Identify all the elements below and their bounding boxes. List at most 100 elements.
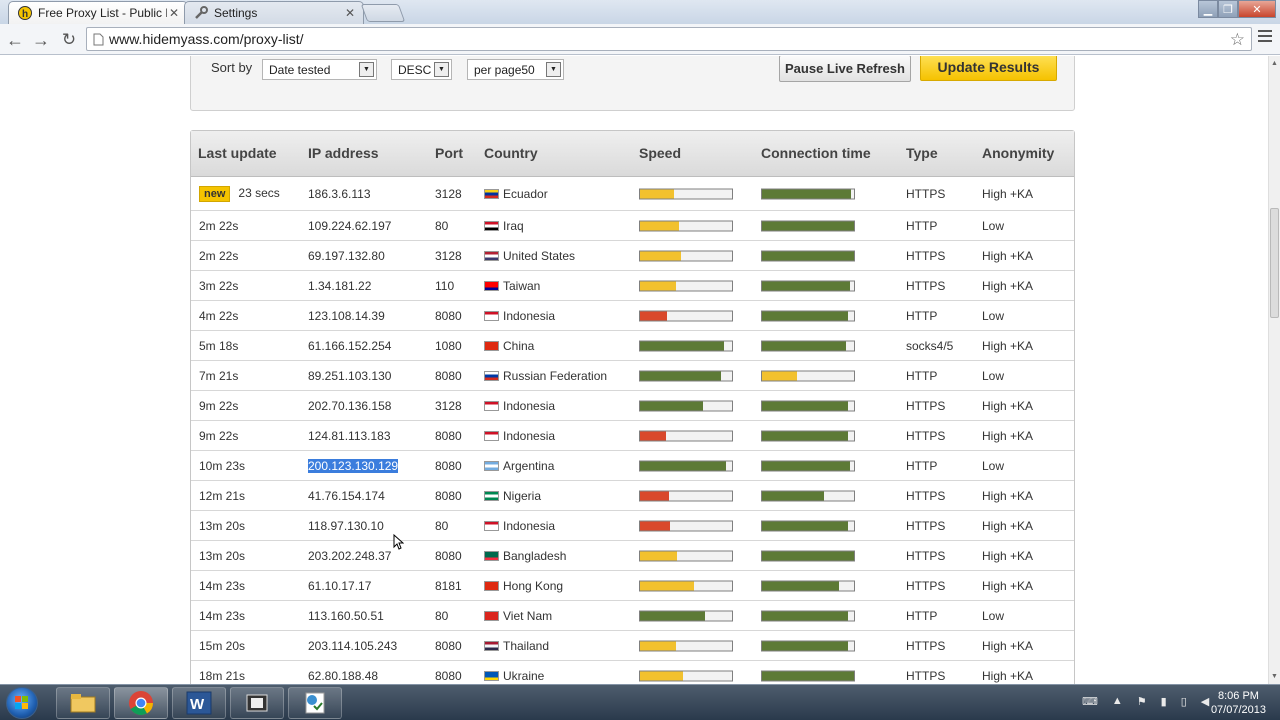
ip-address-cell[interactable]: 89.251.103.130 xyxy=(308,369,391,383)
table-row[interactable]: 2m 22s 109.224.62.197 80 Iraq HTTP Low xyxy=(191,211,1074,241)
clock[interactable]: 8:06 PM 07/07/2013 xyxy=(1211,689,1266,717)
ip-address-cell[interactable]: 186.3.6.113 xyxy=(308,187,371,201)
vertical-scrollbar[interactable]: ▲ ▼ xyxy=(1268,56,1280,684)
taskbar-tools-button[interactable] xyxy=(288,687,342,719)
ip-address-cell[interactable]: 203.114.105.243 xyxy=(308,639,397,653)
back-arrow-icon[interactable]: ← xyxy=(4,29,26,51)
table-row[interactable]: 9m 22s 124.81.113.183 8080 Indonesia HTTPS Hi… xyxy=(191,421,1074,451)
pause-live-refresh-button[interactable]: Pause Live Refresh xyxy=(779,56,911,82)
country-cell: Taiwan xyxy=(484,279,540,293)
start-button[interactable] xyxy=(6,687,38,719)
reload-icon[interactable]: ↻ xyxy=(58,29,80,51)
speed-bar-fill xyxy=(640,521,671,530)
type-cell: HTTP xyxy=(906,368,938,383)
keyboard-icon[interactable]: ⌨ xyxy=(1082,695,1098,708)
taskbar-media-button[interactable] xyxy=(230,687,284,719)
connection-time-bar xyxy=(761,580,855,591)
connection-time-bar-fill xyxy=(762,189,852,198)
table-row[interactable]: 7m 21s 89.251.103.130 8080 Russian Federati… xyxy=(191,361,1074,391)
type-cell: socks4/5 xyxy=(906,338,954,353)
ip-address-cell[interactable]: 1.34.181.22 xyxy=(308,279,371,293)
svg-text:h: h xyxy=(22,9,28,20)
minimize-icon[interactable]: ▁ xyxy=(1198,0,1218,18)
anonymity-cell: High +KA xyxy=(982,428,1034,443)
bookmark-star-icon[interactable]: ☆ xyxy=(1230,30,1245,50)
table-row[interactable]: 3m 22s 1.34.181.22 110 Taiwan HTTPS High +KA xyxy=(191,271,1074,301)
menu-icon[interactable] xyxy=(1258,30,1272,45)
close-tab-icon[interactable]: ✕ xyxy=(343,6,357,20)
ip-address-cell[interactable]: 124.81.113.183 xyxy=(308,429,391,443)
close-window-icon[interactable]: ✕ xyxy=(1238,0,1276,18)
ip-address-cell[interactable]: 69.197.132.80 xyxy=(308,249,385,263)
dropdown-arrow-icon: ▼ xyxy=(434,62,449,77)
scroll-down-icon[interactable]: ▼ xyxy=(1271,673,1278,680)
column-header-anonymity[interactable]: Anonymity xyxy=(982,145,1054,161)
country-name: Iraq xyxy=(503,218,524,233)
column-header-country[interactable]: Country xyxy=(484,145,538,161)
table-row[interactable]: 14m 23s 113.160.50.51 80 Viet Nam HTTP Low xyxy=(191,601,1074,631)
column-header-connection-time[interactable]: Connection time xyxy=(761,145,871,161)
per-page-select[interactable]: per page50 ▼ xyxy=(467,59,564,80)
country-cell: Iraq xyxy=(484,219,524,233)
last-update-cell: 2m 22s xyxy=(199,219,238,233)
forward-arrow-icon[interactable]: → xyxy=(30,29,52,51)
last-update-text: 13m 20s xyxy=(199,548,246,563)
sort-order-select[interactable]: DESC ▼ xyxy=(391,59,452,80)
table-row[interactable]: 14m 23s 61.10.17.17 8181 Hong Kong HTTPS High… xyxy=(191,571,1074,601)
port-cell: 8080 xyxy=(435,638,462,653)
ip-address-cell[interactable]: 200.123.130.129 xyxy=(308,458,399,473)
table-row[interactable]: 9m 22s 202.70.136.158 3128 Indonesia HTTPS Hi… xyxy=(191,391,1074,421)
column-header-type[interactable]: Type xyxy=(906,145,938,161)
address-bar[interactable]: www.hidemyass.com/proxy-list/ ☆ xyxy=(86,27,1252,51)
ip-address-cell[interactable]: 123.108.14.39 xyxy=(308,309,385,323)
column-header-ip-address[interactable]: IP address xyxy=(308,145,379,161)
ip-address-cell[interactable]: 109.224.62.197 xyxy=(308,219,391,233)
page-content: Sort by Date tested ▼ DESC ▼ per page50 … xyxy=(0,56,1268,684)
scrollbar-thumb[interactable] xyxy=(1270,208,1279,318)
power-icon[interactable]: ▮ xyxy=(1161,695,1167,708)
speed-bar xyxy=(639,460,733,471)
table-row[interactable]: 13m 20s 118.97.130.10 80 Indonesia HTTPS High… xyxy=(191,511,1074,541)
table-row[interactable]: 13m 20s 203.202.248.37 8080 Bangladesh HTTPS… xyxy=(191,541,1074,571)
taskbar-chrome-button[interactable] xyxy=(114,687,168,719)
ip-address-cell[interactable]: 118.97.130.10 xyxy=(308,519,384,533)
sort-field-select[interactable]: Date tested ▼ xyxy=(262,59,377,80)
ip-address-cell[interactable]: 62.80.188.48 xyxy=(308,669,378,683)
volume-icon[interactable]: ◀ xyxy=(1201,695,1209,708)
connection-time-bar-fill xyxy=(762,671,854,680)
ip-address-cell[interactable]: 202.70.136.158 xyxy=(308,399,391,413)
anonymity-cell: High +KA xyxy=(982,186,1034,201)
network-icon[interactable]: ▯ xyxy=(1181,695,1187,708)
table-row[interactable]: 4m 22s 123.108.14.39 8080 Indonesia HTTP Low xyxy=(191,301,1074,331)
column-header-last-update[interactable]: Last update xyxy=(198,145,277,161)
taskbar-word-button[interactable]: W xyxy=(172,687,226,719)
speed-bar-fill xyxy=(640,189,675,198)
close-tab-icon[interactable]: ✕ xyxy=(167,6,181,20)
taskbar-explorer-button[interactable] xyxy=(56,687,110,719)
table-row[interactable]: new 23 secs 186.3.6.113 3128 Ecuador HTTPS Hig… xyxy=(191,177,1074,211)
scroll-up-icon[interactable]: ▲ xyxy=(1271,60,1278,67)
ip-address-cell[interactable]: 113.160.50.51 xyxy=(308,609,384,623)
column-header-speed[interactable]: Speed xyxy=(639,145,681,161)
column-header-port[interactable]: Port xyxy=(435,145,463,161)
table-row[interactable]: 12m 21s 41.76.154.174 8080 Nigeria HTTPS High… xyxy=(191,481,1074,511)
tab-settings[interactable]: Settings ✕ xyxy=(184,1,364,24)
ip-address-cell[interactable]: 61.10.17.17 xyxy=(308,579,371,593)
speed-bar-fill xyxy=(640,461,726,470)
tab-proxy-list[interactable]: h Free Proxy List - Public Pro ✕ xyxy=(8,1,188,24)
update-results-button[interactable]: Update Results xyxy=(920,56,1057,81)
new-tab-button[interactable] xyxy=(360,4,406,22)
country-cell: Nigeria xyxy=(484,489,541,503)
maximize-icon[interactable]: ❐ xyxy=(1218,0,1238,18)
flag-icon[interactable]: ⚑ xyxy=(1137,695,1147,708)
table-row[interactable]: 15m 20s 203.114.105.243 8080 Thailand HTTPS H… xyxy=(191,631,1074,661)
show-hidden-icons-icon[interactable]: ▲ xyxy=(1112,695,1123,708)
ip-address-cell[interactable]: 41.76.154.174 xyxy=(308,489,385,503)
ip-address-cell[interactable]: 61.166.152.254 xyxy=(308,339,391,353)
table-row[interactable]: 18m 21s 62.80.188.48 8080 Ukraine HTTPS High … xyxy=(191,661,1074,684)
ip-address-cell[interactable]: 203.202.248.37 xyxy=(308,549,391,563)
table-row[interactable]: 2m 22s 69.197.132.80 3128 United States HTTP… xyxy=(191,241,1074,271)
speed-bar xyxy=(639,310,733,321)
table-row[interactable]: 5m 18s 61.166.152.254 1080 China socks4/5 Hig… xyxy=(191,331,1074,361)
table-row[interactable]: 10m 23s 200.123.130.129 8080 Argentina HTTP L… xyxy=(191,451,1074,481)
